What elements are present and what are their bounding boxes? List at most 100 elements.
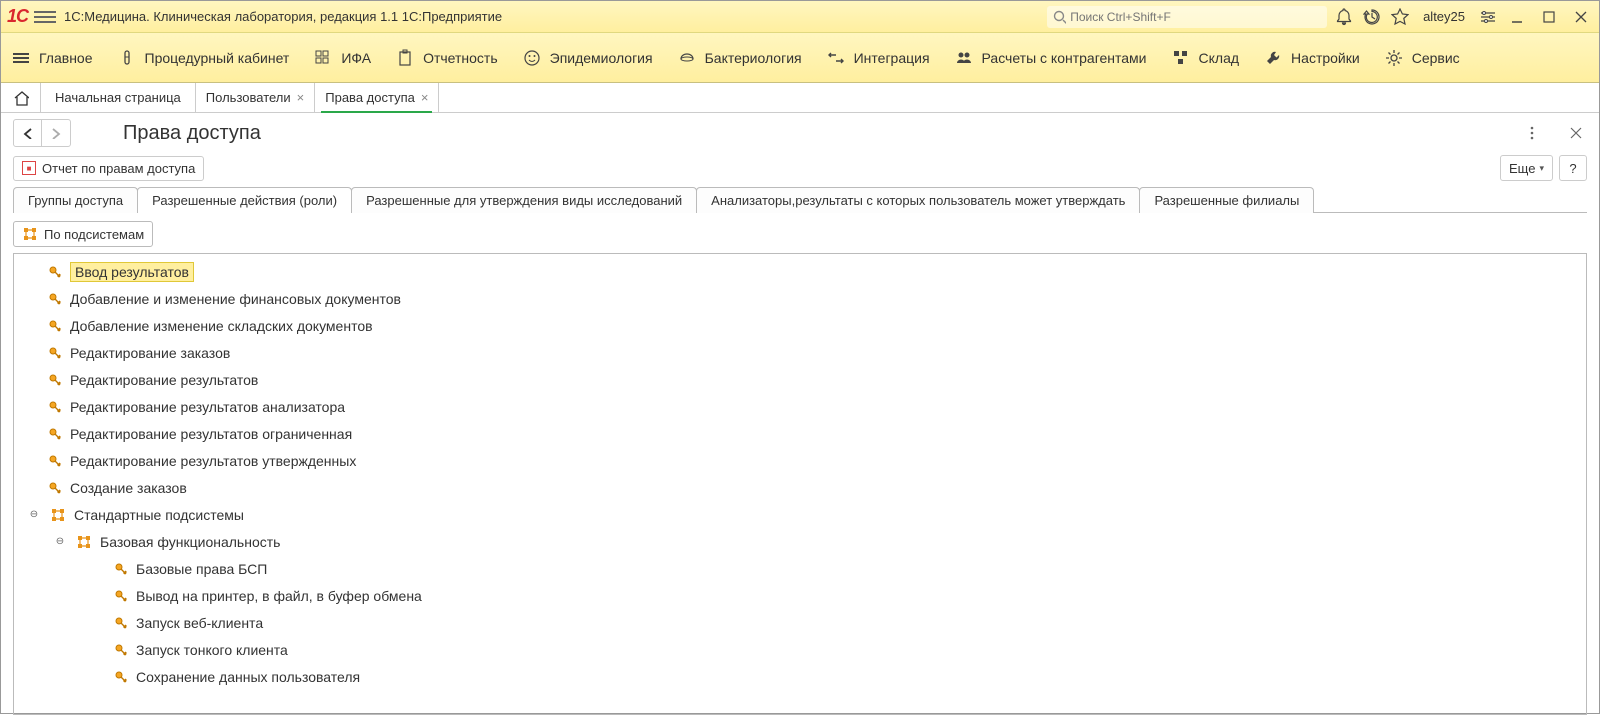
collapse-icon[interactable]: ⊖ — [28, 509, 40, 521]
tree-label: Редактирование результатов анализатора — [70, 399, 345, 415]
tree-row[interactable]: Редактирование результатов ограниченная — [14, 420, 1586, 447]
inner-tab[interactable]: Группы доступа — [13, 187, 138, 213]
tree-label: Редактирование результатов утвержденных — [70, 453, 356, 469]
key-icon — [48, 400, 62, 414]
page-more-button[interactable] — [1521, 125, 1543, 141]
people-icon — [954, 48, 974, 68]
tree-row[interactable]: Вывод на принтер, в файл, в буфер обмена — [14, 582, 1586, 609]
key-icon — [48, 319, 62, 333]
tree-label: Запуск тонкого клиента — [136, 642, 288, 658]
tree-row[interactable]: Сохранение данных пользователя — [14, 663, 1586, 690]
menu-label: Отчетность — [423, 50, 498, 66]
tree-row[interactable]: Добавление и изменение финансовых докуме… — [14, 285, 1586, 312]
close-icon[interactable]: × — [421, 91, 429, 104]
chevron-down-icon: ▾ — [1539, 163, 1544, 174]
maximize-button[interactable] — [1537, 5, 1561, 29]
inner-tab[interactable]: Разрешенные для утверждения виды исследо… — [351, 187, 697, 213]
key-icon — [114, 562, 128, 576]
inner-tab[interactable]: Анализаторы,результаты с которых пользов… — [696, 187, 1140, 213]
tree-row[interactable]: Редактирование результатов анализатора — [14, 393, 1586, 420]
tree-label: Ввод результатов — [70, 262, 194, 282]
tree-label: Вывод на принтер, в файл, в буфер обмена — [136, 588, 422, 604]
nav-forward-button[interactable] — [42, 120, 70, 146]
close-icon[interactable]: × — [297, 91, 305, 104]
menu-label: Главное — [39, 50, 93, 66]
menu-item-integration[interactable]: Интеграция — [826, 48, 930, 68]
bell-icon[interactable] — [1335, 8, 1353, 26]
boxes-icon — [1171, 48, 1191, 68]
tube-icon — [117, 48, 137, 68]
tree-row[interactable]: Ввод результатов — [14, 258, 1586, 285]
key-icon — [114, 589, 128, 603]
sliders-icon[interactable] — [1479, 8, 1497, 26]
page-close-button[interactable] — [1565, 126, 1587, 140]
menu-label: ИФА — [341, 50, 371, 66]
tree-label: Запуск веб-клиента — [136, 615, 263, 631]
menu-item-calc[interactable]: Расчеты с контрагентами — [954, 48, 1147, 68]
tree-label: Базовые права БСП — [136, 561, 267, 577]
search-input[interactable] — [1070, 10, 1321, 24]
face-icon — [522, 48, 542, 68]
menu-label: Бактериология — [705, 50, 802, 66]
report-button[interactable]: ■ Отчет по правам доступа — [13, 156, 204, 181]
by-subsystems-button[interactable]: По подсистемам — [13, 221, 153, 247]
tree-label: Редактирование результатов ограниченная — [70, 426, 352, 442]
tree-row[interactable]: Добавление изменение складских документо… — [14, 312, 1586, 339]
menu-item-procedure[interactable]: Процедурный кабинет — [117, 48, 290, 68]
inner-tab[interactable]: Разрешенные филиалы — [1139, 187, 1314, 213]
menu-label: Расчеты с контрагентами — [982, 50, 1147, 66]
menu-item-ifa[interactable]: ИФА — [313, 48, 371, 68]
minimize-button[interactable] — [1505, 5, 1529, 29]
tree-view[interactable]: Ввод результатов Добавление и изменение ф… — [13, 253, 1587, 715]
key-icon — [114, 643, 128, 657]
tab-users[interactable]: Пользователи × — [196, 83, 315, 112]
user-name[interactable]: altey25 — [1423, 9, 1465, 24]
dish-icon — [677, 48, 697, 68]
help-button[interactable]: ? — [1559, 155, 1587, 181]
report-label: Отчет по правам доступа — [42, 161, 195, 176]
key-icon — [48, 427, 62, 441]
hamburger-icon[interactable] — [34, 6, 56, 28]
more-button[interactable]: Еще ▾ — [1500, 155, 1553, 181]
tree-row[interactable]: Базовые права БСП — [14, 555, 1586, 582]
folder-icon — [50, 507, 66, 523]
menu-item-epi[interactable]: Эпидемиология — [522, 48, 653, 68]
tree-row[interactable]: Создание заказов — [14, 474, 1586, 501]
search-box[interactable] — [1047, 6, 1327, 28]
tree-label: Добавление и изменение финансовых докуме… — [70, 291, 401, 307]
tree-row[interactable]: Запуск тонкого клиента — [14, 636, 1586, 663]
arrows-icon — [826, 48, 846, 68]
tree-row[interactable]: Редактирование заказов — [14, 339, 1586, 366]
tree-row[interactable]: Запуск веб-клиента — [14, 609, 1586, 636]
tree-label: Добавление изменение складских документо… — [70, 318, 373, 334]
tab-home-icon[interactable] — [1, 83, 41, 112]
inner-tab[interactable]: Разрешенные действия (роли) — [137, 187, 352, 213]
tree-row[interactable]: ⊖Стандартные подсистемы — [14, 501, 1586, 528]
menu-label: Интеграция — [854, 50, 930, 66]
clipboard-icon — [395, 48, 415, 68]
menu-item-main[interactable]: Главное — [11, 48, 93, 68]
menu-item-settings[interactable]: Настройки — [1263, 48, 1360, 68]
page-content: Права доступа ■ Отчет по правам доступа … — [1, 113, 1599, 715]
nav-back-button[interactable] — [14, 120, 42, 146]
tab-home[interactable]: Начальная страница — [41, 83, 196, 112]
menu-item-reports[interactable]: Отчетность — [395, 48, 498, 68]
menu-item-bacteria[interactable]: Бактериология — [677, 48, 802, 68]
more-label: Еще — [1509, 161, 1535, 176]
close-button[interactable] — [1569, 5, 1593, 29]
menu-label: Процедурный кабинет — [145, 50, 290, 66]
tab-bar: Начальная страница Пользователи × Права … — [1, 83, 1599, 113]
menu-item-warehouse[interactable]: Склад — [1171, 48, 1240, 68]
main-menu: Главное Процедурный кабинет ИФА Отчетнос… — [1, 33, 1599, 83]
tree-label: Создание заказов — [70, 480, 187, 496]
star-icon[interactable] — [1391, 8, 1409, 26]
tree-row[interactable]: Редактирование результатов утвержденных — [14, 447, 1586, 474]
key-icon — [48, 265, 62, 279]
collapse-icon[interactable]: ⊖ — [54, 536, 66, 548]
tree-row[interactable]: ⊖Базовая функциональность — [14, 528, 1586, 555]
tree-row[interactable]: Редактирование результатов — [14, 366, 1586, 393]
tree-label: Редактирование результатов — [70, 372, 258, 388]
tab-access-rights[interactable]: Права доступа × — [315, 83, 439, 112]
history-icon[interactable] — [1363, 8, 1381, 26]
menu-item-service[interactable]: Сервис — [1384, 48, 1460, 68]
